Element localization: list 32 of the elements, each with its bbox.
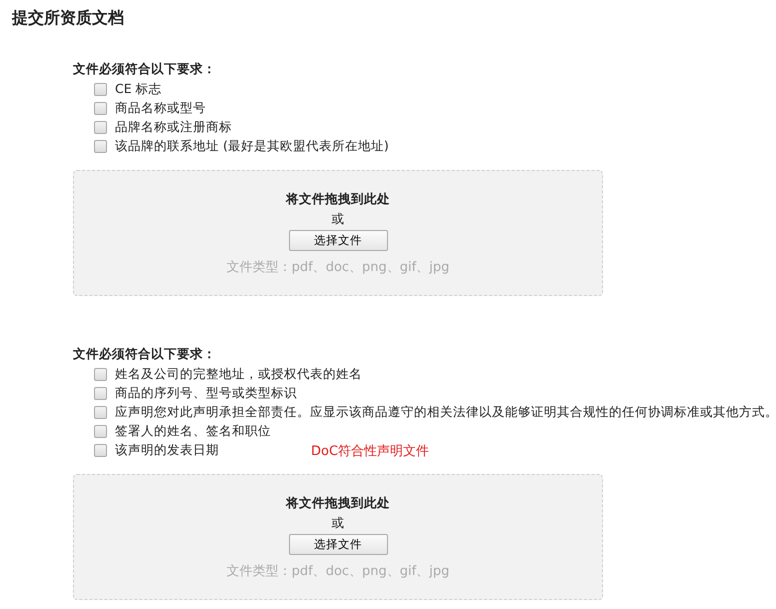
requirements-heading: 文件必须符合以下要求： — [73, 346, 217, 363]
checkbox[interactable] — [94, 387, 107, 400]
checkbox[interactable] — [94, 140, 107, 153]
requirement-label: 品牌名称或注册商标 — [115, 119, 232, 136]
requirement-label: 商品名称或型号 — [115, 100, 206, 117]
requirement-label: CE 标志 — [115, 81, 162, 98]
checkbox[interactable] — [94, 368, 107, 381]
requirements-heading: 文件必须符合以下要求： — [73, 61, 217, 78]
checkbox[interactable] — [94, 121, 107, 134]
choose-file-button[interactable]: 选择文件 — [288, 230, 388, 251]
file-types-hint: 文件类型：pdf、doc、png、gif、jpg — [226, 563, 450, 580]
requirement-label: 该声明的发表日期 — [115, 442, 219, 459]
file-dropzone[interactable]: 将文件拖拽到此处 或 选择文件 文件类型：pdf、doc、png、gif、jpg — [73, 170, 603, 296]
requirement-label: 商品的序列号、型号或类型标识 — [115, 385, 297, 402]
dropzone-title: 将文件拖拽到此处 — [286, 191, 390, 208]
file-dropzone[interactable]: 将文件拖拽到此处 或 选择文件 文件类型：pdf、doc、png、gif、jpg — [73, 474, 603, 600]
choose-file-button[interactable]: 选择文件 — [288, 534, 388, 555]
checkbox[interactable] — [94, 102, 107, 115]
requirement-label: 该品牌的联系地址 (最好是其欧盟代表所在地址) — [115, 138, 389, 155]
dropzone-title: 将文件拖拽到此处 — [286, 495, 390, 512]
requirement-label: 姓名及公司的完整地址，或授权代表的姓名 — [115, 366, 362, 383]
checkbox[interactable] — [94, 444, 107, 457]
or-text: 或 — [332, 211, 344, 228]
file-types-hint: 文件类型：pdf、doc、png、gif、jpg — [226, 259, 450, 276]
requirement-label: 应声明您对此声明承担全部责任。应显示该商品遵守的相关法律以及能够证明其合规性的任何协调标准或其他方式。 — [115, 404, 776, 421]
or-text: 或 — [332, 515, 344, 532]
page-title: 提交所资质文档 — [12, 8, 125, 29]
checkbox[interactable] — [94, 425, 107, 438]
annotation-note: DoC符合性声明文件 — [311, 442, 430, 460]
checkbox[interactable] — [94, 83, 107, 96]
requirement-label: 签署人的姓名、签名和职位 — [115, 423, 271, 440]
checkbox[interactable] — [94, 406, 107, 419]
